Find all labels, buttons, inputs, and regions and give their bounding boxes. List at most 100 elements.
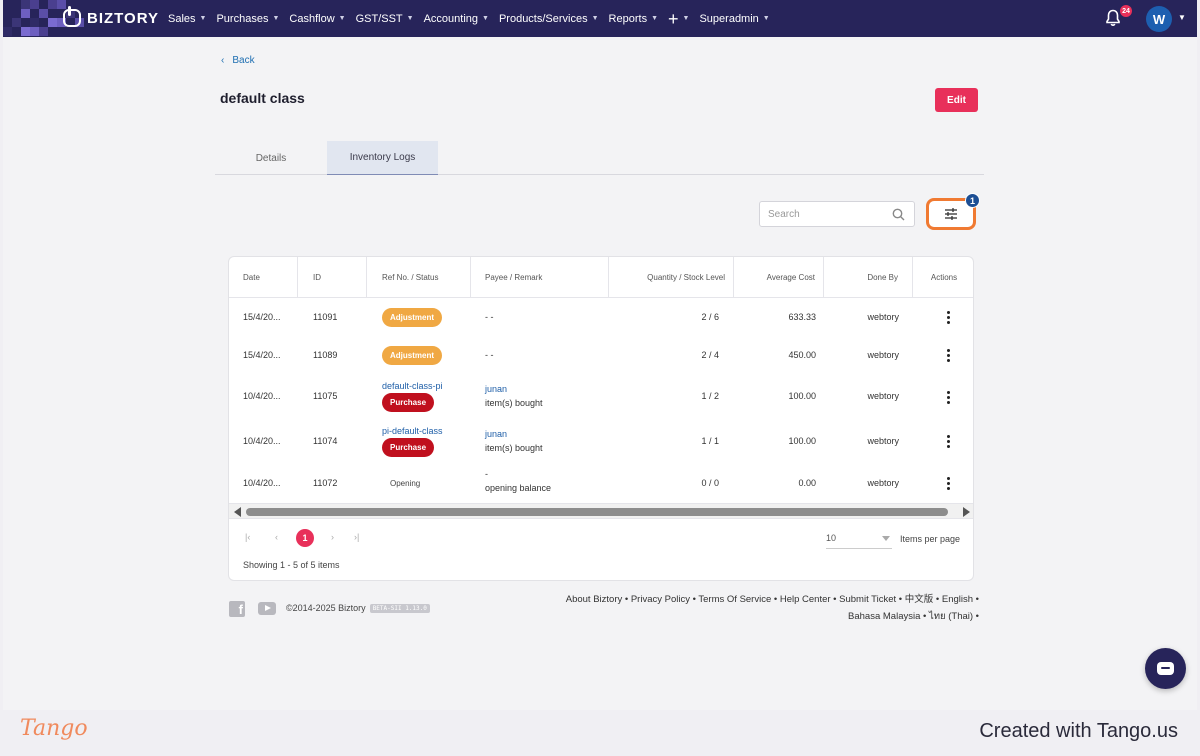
main-menu: Sales ▼ Purchases ▼ Cashflow ▼ GST/SST ▼ Acc…	[168, 0, 770, 37]
chat-icon	[1157, 662, 1174, 675]
column-header-average-cost[interactable]: Average Cost	[734, 257, 824, 298]
cell-payee-remark: junan item(s) bought	[485, 429, 543, 453]
column-header-done-by[interactable]: Done By	[824, 257, 913, 298]
pixel-tile	[21, 0, 30, 9]
pixel-tile	[39, 9, 48, 18]
pixel-tile	[48, 0, 57, 9]
column-header-quantity[interactable]: Quantity / Stock Level	[609, 257, 734, 298]
status-badge: Adjustment	[382, 346, 442, 365]
cell-date: 15/4/20...	[243, 312, 281, 322]
status-badge: Purchase	[382, 438, 435, 457]
cell-id: 11072	[313, 478, 338, 488]
pixel-tile	[30, 18, 39, 27]
column-header-actions: Actions	[930, 273, 958, 282]
scroll-left-icon[interactable]	[234, 507, 241, 517]
edit-button[interactable]: Edit	[935, 88, 978, 112]
menu-cashflow[interactable]: Cashflow ▼	[289, 13, 345, 25]
table-row[interactable]: 10/4/20... 11075 default-class-pi Purcha…	[229, 374, 973, 420]
prev-page-icon[interactable]: ‹	[275, 532, 278, 542]
chat-button[interactable]	[1145, 648, 1186, 689]
cell-date: 10/4/20...	[243, 436, 281, 446]
footer-links-line[interactable]: About Biztory • Privacy Policy • Terms O…	[543, 592, 979, 609]
avatar[interactable]: W	[1146, 6, 1172, 32]
column-header-id[interactable]: ID	[298, 257, 367, 298]
footer-links[interactable]: About Biztory • Privacy Policy • Terms O…	[543, 592, 979, 625]
column-header-payee[interactable]: Payee / Remark	[471, 257, 609, 298]
tango-credit: Created with Tango.us	[979, 720, 1178, 742]
payee-link[interactable]: junan	[485, 384, 543, 394]
cell-ref-status: default-class-pi Purchase	[382, 381, 443, 412]
biztory-logo-icon	[63, 6, 81, 27]
pixel-tile	[48, 18, 57, 27]
table-row[interactable]: 10/4/20... 11074 pi-default-class Purcha…	[229, 420, 973, 464]
cell-average-cost: 450.00	[788, 350, 816, 360]
brand-name: BIZTORY	[87, 9, 160, 27]
menu-label: Reports	[608, 12, 648, 25]
more-actions-icon[interactable]	[947, 391, 951, 405]
per-page-select[interactable]: 10	[826, 529, 892, 549]
search-input[interactable]: Search	[759, 201, 915, 227]
table-row[interactable]: 10/4/20... 11072 Opening - opening balan…	[229, 464, 973, 503]
chevron-down-icon: ▼	[272, 15, 280, 22]
cell-quantity: 2 / 6	[701, 312, 719, 322]
menu-reports[interactable]: Reports ▼	[609, 13, 658, 25]
ref-link[interactable]: pi-default-class	[382, 426, 443, 436]
horizontal-scrollbar[interactable]	[229, 503, 973, 519]
menu-label: Products/Services	[498, 12, 588, 25]
pixel-tile	[3, 27, 12, 36]
cell-id: 11075	[313, 391, 338, 401]
back-link[interactable]: ‹ Back	[221, 55, 255, 66]
menu-products-services[interactable]: Products/Services ▼	[499, 13, 599, 25]
page-number-current[interactable]: 1	[296, 529, 314, 547]
payee-text: -	[485, 469, 488, 479]
chevron-left-icon: ‹	[221, 55, 225, 66]
menu-label: GST/SST	[355, 12, 403, 25]
more-actions-icon[interactable]	[947, 311, 951, 325]
scroll-right-icon[interactable]	[963, 507, 970, 517]
menu-purchases[interactable]: Purchases ▼	[216, 13, 279, 25]
chevron-down-icon: ▼	[762, 15, 770, 22]
first-page-icon[interactable]: |‹	[245, 532, 250, 542]
cell-remark: - -	[485, 350, 494, 360]
page-title: default class	[220, 90, 305, 106]
more-actions-icon[interactable]	[947, 435, 951, 449]
brand-logo[interactable]: BIZTORY	[63, 6, 160, 27]
next-page-icon[interactable]: ›	[331, 532, 334, 542]
status-badge: Adjustment	[382, 308, 442, 327]
app-screen: BIZTORY Sales ▼ Purchases ▼ Cashflow ▼ GST/…	[3, 0, 1197, 710]
cell-id: 11089	[313, 350, 338, 360]
filter-count-badge: 1	[965, 193, 980, 208]
bell-icon[interactable]	[1105, 9, 1121, 27]
facebook-icon[interactable]: f	[229, 601, 245, 617]
menu-label: Sales	[168, 12, 196, 25]
menu-accounting[interactable]: Accounting ▼	[424, 13, 489, 25]
column-header-ref[interactable]: Ref No. / Status	[367, 257, 471, 298]
payee-link[interactable]: junan	[485, 429, 543, 439]
remark-text: item(s) bought	[485, 398, 543, 408]
tab-inventory-logs[interactable]: Inventory Logs	[327, 141, 438, 175]
chevron-down-icon: ▼	[406, 15, 414, 22]
ref-link[interactable]: default-class-pi	[382, 381, 443, 391]
column-header-date[interactable]: Date	[229, 257, 298, 298]
more-actions-icon[interactable]	[947, 477, 951, 491]
menu-gst-sst[interactable]: GST/SST ▼	[356, 13, 414, 25]
tab-details[interactable]: Details	[215, 141, 327, 175]
plus-icon: +	[668, 8, 679, 29]
menu-quick-create[interactable]: + ▼	[668, 10, 689, 28]
table-row[interactable]: 15/4/20... 11091 Adjustment - - 2 / 6 63…	[229, 298, 973, 336]
scrollbar-thumb[interactable]	[246, 508, 948, 516]
menu-sales[interactable]: Sales ▼	[168, 13, 206, 25]
last-page-icon[interactable]: ›|	[354, 532, 359, 542]
search-icon[interactable]	[892, 208, 905, 221]
status-badge: Opening	[390, 479, 421, 488]
cell-done-by: webtory	[867, 391, 899, 401]
table-row[interactable]: 15/4/20... 11089 Adjustment - - 2 / 4 45…	[229, 336, 973, 374]
chevron-down-icon[interactable]: ▼	[1178, 13, 1186, 22]
more-actions-icon[interactable]	[947, 349, 951, 363]
cell-done-by: webtory	[867, 312, 899, 322]
menu-label: Purchases	[216, 12, 269, 25]
version-badge: BETA-SII 1.13.0	[369, 603, 430, 613]
footer-links-line[interactable]: Bahasa Malaysia • ไทย (Thai) •	[543, 609, 979, 626]
youtube-icon[interactable]	[258, 602, 276, 615]
menu-superadmin[interactable]: Superadmin ▼	[699, 13, 769, 25]
